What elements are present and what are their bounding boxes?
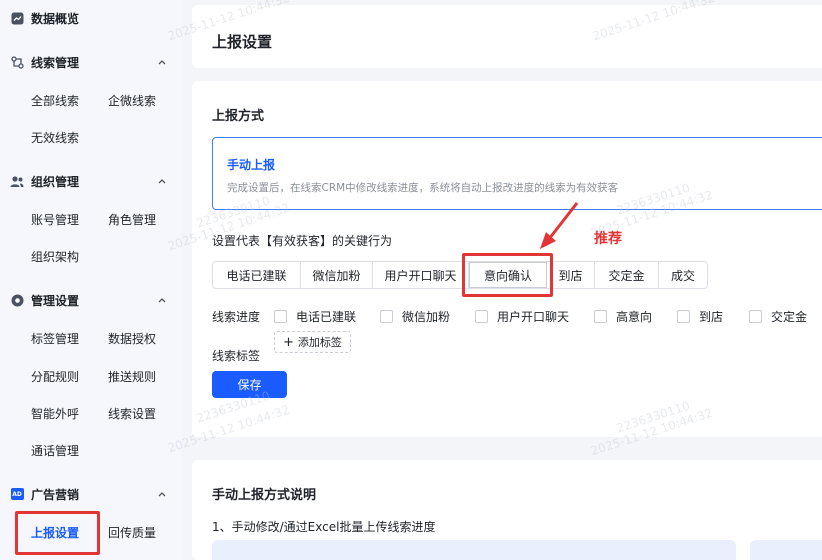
behavior-option[interactable]: 用户开口聊天 [373, 262, 469, 288]
sidebar: 数据概览 线索管理 全部线索 企微线索 无效线索 组织管理 账号管理 角色管理 … [0, 0, 182, 560]
chevron-up-icon[interactable] [157, 176, 167, 186]
recommend-label: 推荐 [594, 231, 622, 247]
report-method-title: 上报方式 [212, 109, 265, 124]
ad-icon: AD [10, 487, 24, 501]
annotation-highlight-box [15, 511, 100, 555]
explain-screenshot [212, 540, 736, 560]
sidebar-item-wecom-leads[interactable]: 企微线索 [108, 92, 156, 109]
report-method-desc: 完成设置后，在线索CRM中修改线索进度，系统将自动上报改进度的线索为有效获客 [227, 182, 619, 194]
sidebar-item-roles[interactable]: 角色管理 [108, 211, 156, 228]
add-tag-button[interactable]: + 添加标签 [274, 331, 351, 353]
manual-explain-title: 手动上报方式说明 [212, 488, 317, 503]
sidebar-item-call-management[interactable]: 通话管理 [31, 442, 79, 459]
behavior-option[interactable]: 微信加粉 [301, 262, 373, 288]
checkbox-box[interactable] [380, 310, 393, 323]
progress-checkbox[interactable]: 高意向 [594, 308, 652, 325]
checkbox-box[interactable] [475, 310, 488, 323]
checkbox-box[interactable] [594, 310, 607, 323]
sidebar-section-label: 线索管理 [31, 55, 80, 70]
sidebar-item-push-rules[interactable]: 推送规则 [108, 368, 156, 385]
sidebar-item-return-quality[interactable]: 回传质量 [108, 524, 156, 541]
sidebar-section-leads[interactable]: 线索管理 [0, 49, 182, 75]
lead-tag-label: 线索标签 [212, 349, 261, 363]
sidebar-item-data-auth[interactable]: 数据授权 [108, 330, 156, 347]
sidebar-section-label: 数据概览 [31, 11, 80, 26]
key-behavior-segmented: 电话已建联 微信加粉 用户开口聊天 意向确认 到店 交定金 成交 [212, 261, 708, 289]
chevron-up-icon[interactable] [157, 57, 167, 67]
progress-checkbox[interactable]: 交定金 [749, 308, 807, 325]
behavior-option[interactable]: 成交 [659, 262, 707, 288]
manual-report-explain-card: 手动上报方式说明 1、手动修改/通过Excel批量上传线索进度 [192, 460, 822, 560]
users-icon [10, 174, 24, 188]
sidebar-item-assign-rules[interactable]: 分配规则 [31, 368, 79, 385]
annotation-highlight-box [462, 253, 553, 297]
chevron-up-icon[interactable] [157, 295, 167, 305]
save-button[interactable]: 保存 [212, 371, 287, 398]
checkbox-box[interactable] [749, 310, 762, 323]
sidebar-section-overview[interactable]: 数据概览 [0, 5, 182, 31]
sidebar-item-all-leads[interactable]: 全部线索 [31, 92, 79, 109]
sidebar-section-label: 管理设置 [31, 293, 80, 308]
checkbox-box[interactable] [274, 310, 287, 323]
sidebar-item-org-structure[interactable]: 组织架构 [31, 248, 79, 265]
progress-checkbox[interactable]: 微信加粉 [380, 308, 450, 325]
report-settings-card: 上报方式 手动上报 完成设置后，在线索CRM中修改线索进度，系统将自动上报改进度… [192, 81, 822, 437]
behavior-option[interactable]: 到店 [547, 262, 595, 288]
sidebar-item-lead-settings[interactable]: 线索设置 [108, 405, 156, 422]
behavior-option[interactable]: 交定金 [595, 262, 659, 288]
progress-checkbox[interactable]: 电话已建联 [274, 308, 356, 325]
sidebar-item-invalid-leads[interactable]: 无效线索 [31, 129, 79, 146]
sidebar-item-smart-call[interactable]: 智能外呼 [31, 405, 79, 422]
lead-progress-label: 线索进度 [212, 310, 261, 324]
page-title: 上报设置 [212, 33, 273, 51]
sidebar-item-accounts[interactable]: 账号管理 [31, 211, 79, 228]
sidebar-section-settings[interactable]: 管理设置 [0, 287, 182, 313]
flow-icon [10, 55, 24, 69]
sidebar-section-label: 组织管理 [31, 174, 80, 189]
sidebar-section-org[interactable]: 组织管理 [0, 168, 182, 194]
plus-icon: + [283, 334, 294, 350]
manual-explain-step: 1、手动修改/通过Excel批量上传线索进度 [212, 520, 436, 534]
report-method-name: 手动上报 [227, 158, 276, 172]
chart-icon [10, 11, 24, 25]
sidebar-item-tags[interactable]: 标签管理 [31, 330, 79, 347]
progress-checkbox[interactable]: 用户开口聊天 [475, 308, 569, 325]
annotation-arrow-icon [540, 202, 579, 249]
chevron-up-icon[interactable] [157, 489, 167, 499]
page-header: 上报设置 [192, 5, 822, 68]
key-behavior-label: 设置代表【有效获客】的关键行为 [212, 234, 393, 248]
report-method-option-manual[interactable]: 手动上报 完成设置后，在线索CRM中修改线索进度，系统将自动上报改进度的线索为有… [212, 137, 822, 210]
sidebar-section-ads[interactable]: AD 广告营销 [0, 481, 182, 507]
progress-checkbox[interactable]: 到店 [677, 308, 723, 325]
settings-icon [10, 293, 24, 307]
checkbox-box[interactable] [677, 310, 690, 323]
explain-screenshot [750, 540, 822, 560]
sidebar-section-label: 广告营销 [31, 487, 80, 502]
behavior-option[interactable]: 电话已建联 [213, 262, 301, 288]
